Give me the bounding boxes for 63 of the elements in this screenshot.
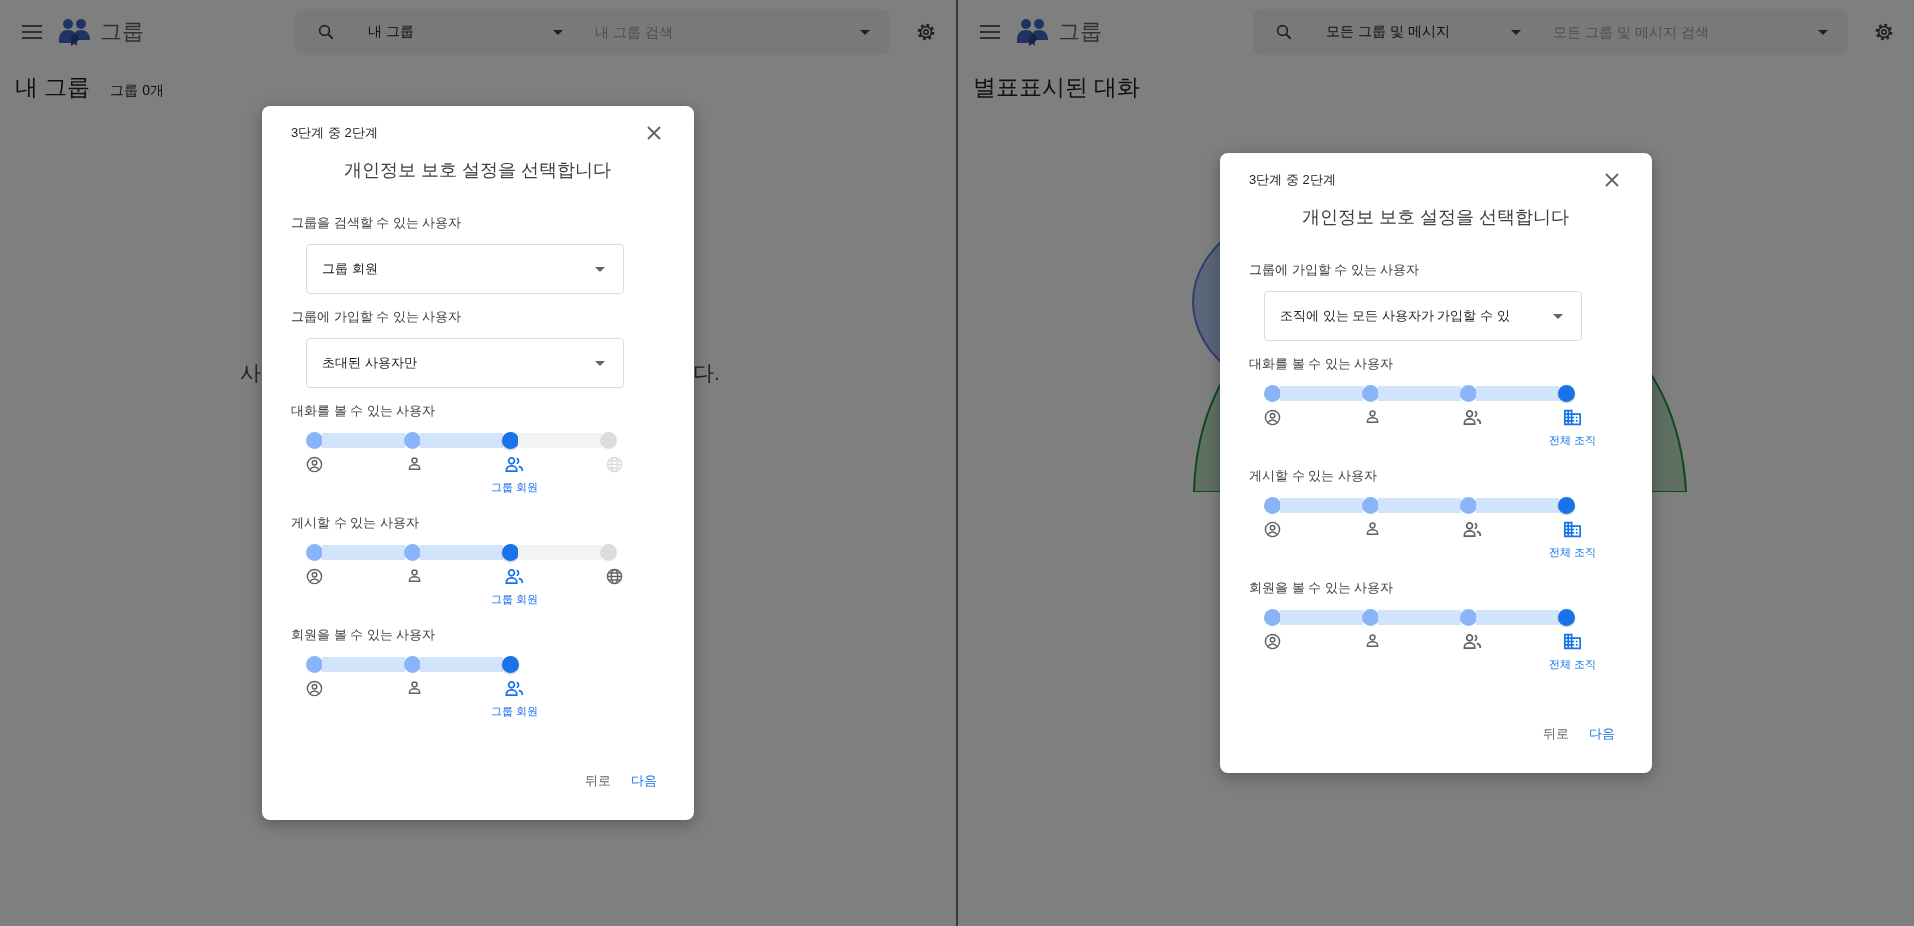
setting-label: 게시할 수 있는 사용자 [1249,467,1378,485]
slider-stop[interactable] [502,656,519,673]
app-title: 그룹 [100,18,144,46]
caret-icon [553,29,563,35]
slider-stop[interactable] [1264,497,1281,514]
step-indicator: 3단계 중 2단계 [1249,171,1336,189]
caret-icon [1553,313,1563,319]
setting-label: 대화를 볼 수 있는 사용자 [1249,355,1395,373]
slider-stop[interactable] [1264,385,1281,402]
slider-stop[interactable] [306,656,323,673]
setting-label: 그룹에 가입할 수 있는 사용자 [1249,261,1421,279]
slider-stop[interactable] [1558,609,1575,626]
page-title: 내 그룹 [15,73,91,102]
setting-label: 게시할 수 있는 사용자 [291,514,420,532]
caret-icon[interactable] [1818,29,1828,35]
slider-stop[interactable] [306,432,323,449]
people-logo-icon[interactable] [58,18,92,46]
empty-message: 사 [240,360,261,386]
step-indicator: 3단계 중 2단계 [291,124,378,142]
search-scope-dropdown[interactable]: 모든 그룹 및 메시지 [1326,23,1521,41]
stop-label: 그룹 회원 [490,704,539,719]
menu-icon[interactable] [980,25,1000,39]
slider-stop[interactable] [306,544,323,561]
back-button[interactable]: 뒤로 [1535,717,1577,751]
stop-label: 전체 조직 [1548,545,1597,560]
next-button[interactable]: 다음 [1581,717,1623,751]
caret-icon [1511,29,1521,35]
select-dropdown[interactable]: 초대된 사용자만 [306,338,624,388]
select-dropdown[interactable]: 그룹 회원 [306,244,624,294]
close-icon[interactable] [647,126,661,140]
back-button[interactable]: 뒤로 [577,764,619,798]
menu-icon[interactable] [22,25,42,39]
next-button[interactable]: 다음 [623,764,665,798]
app-title: 그룹 [1058,18,1102,46]
setting-label: 그룹에 가입할 수 있는 사용자 [291,308,463,326]
caret-icon[interactable] [860,29,870,35]
caret-icon [595,360,605,366]
stop-label: 그룹 회원 [490,592,539,607]
close-icon[interactable] [1605,173,1619,187]
dialog-title: 개인정보 보호 설정을 선택합니다 [1301,206,1571,229]
setting-label: 회원을 볼 수 있는 사용자 [291,626,437,644]
slider-stop[interactable] [1558,497,1575,514]
search-icon[interactable] [1275,23,1293,41]
select-dropdown[interactable]: 조직에 있는 모든 사용자가 가입할 수 있 [1264,291,1582,341]
settings-icon[interactable] [916,22,936,42]
people-logo-icon[interactable] [1016,18,1050,46]
setting-label: 그룹을 검색할 수 있는 사용자 [291,214,463,232]
slider-stop[interactable] [1264,609,1281,626]
settings-icon[interactable] [1874,22,1894,42]
page-title: 별표표시된 대화 [973,73,1141,102]
slider-stop[interactable] [1558,385,1575,402]
caret-icon [595,266,605,272]
stop-label: 전체 조직 [1548,657,1597,672]
dialog-title: 개인정보 보호 설정을 선택합니다 [343,159,613,182]
group-count: 그룹 0개 [110,82,165,100]
search-icon[interactable] [317,23,335,41]
setting-label: 회원을 볼 수 있는 사용자 [1249,579,1395,597]
stop-label: 그룹 회원 [490,480,539,495]
empty-message: 다. [693,360,720,386]
setting-label: 대화를 볼 수 있는 사용자 [291,402,437,420]
slider-stop[interactable] [600,544,617,561]
search-scope-dropdown[interactable]: 내 그룹 [368,23,563,41]
stop-label: 전체 조직 [1548,433,1597,448]
